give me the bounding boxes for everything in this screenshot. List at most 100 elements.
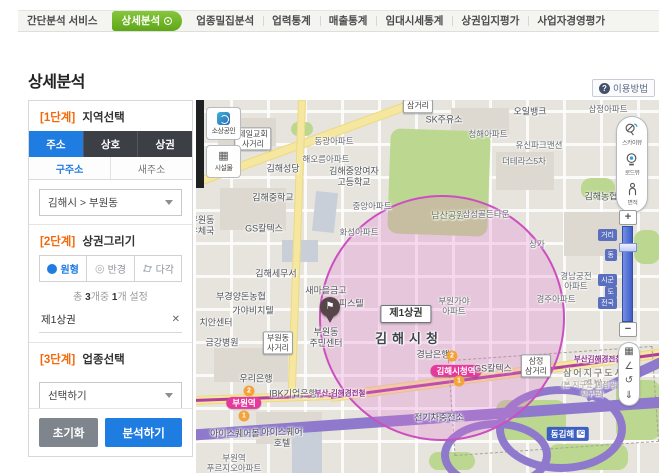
map-label: 부원동 사거리 — [263, 331, 293, 354]
mode-circle[interactable]: 원형 — [40, 256, 86, 281]
map-label: 1 — [239, 411, 250, 422]
address-subtabs: 구주소 새주소 — [29, 157, 192, 180]
map-label: 해오름아파트 — [303, 154, 350, 164]
zoom-slider[interactable] — [622, 226, 633, 322]
map-label: 아이스퀘어몰 — [210, 429, 260, 440]
map-label: 부원동 주민센터 — [309, 327, 342, 349]
download-map-icon[interactable]: ⇓ — [625, 391, 633, 401]
map-label: 전기차충전소 — [414, 413, 464, 424]
skyview-button[interactable]: 스카이뷰 — [621, 122, 643, 147]
trade-area-row: 제1상권 ✕ — [39, 307, 182, 333]
reset-button[interactable]: 초기화 — [39, 418, 98, 447]
map-label: 삼거리 — [403, 100, 433, 113]
reset-view-icon[interactable]: ↺ — [625, 376, 633, 386]
facilities-layer-button[interactable]: ▦ 시설물 — [206, 145, 241, 178]
trade-area-label: 제1상권 — [380, 305, 431, 323]
area-measure-label: 면적 — [627, 198, 637, 207]
map-measure-tools: ▦ ∠ ↺ ⇓ — [618, 342, 640, 406]
nav-item[interactable]: 업력통계 — [263, 11, 320, 31]
map-label: 부원가야 아파트 — [438, 296, 469, 316]
step2-tag: [2단계] — [40, 236, 75, 248]
radius-icon: ◎ — [95, 264, 105, 274]
nav-item[interactable]: 간단분석 서비스 — [18, 11, 107, 31]
nav-item[interactable]: 상세분석 — [112, 11, 183, 31]
distance-measure-icon[interactable]: ∠ — [625, 362, 634, 372]
nav-items: 간단분석 서비스 상세분석업종밀집분석 업력통계 매출통계 임대시세통계 상권입지평가 사업… — [18, 11, 659, 31]
nav-item[interactable]: 사업자경영평가 — [528, 11, 614, 31]
page-title: 상세분석 — [28, 68, 85, 92]
map-canvas[interactable]: 삼거리SK주유소오일뱅크삼정아파트제일교회 사거리동광아파트청해아파트유신파크맨… — [196, 100, 659, 473]
area-measure-button[interactable]: 면적 — [625, 182, 640, 207]
top-nav: 간단분석 서비스 상세분석업종밀집분석 업력통계 매출통계 임대시세통계 상권입지평가 사업… — [18, 10, 659, 32]
tab-address[interactable]: 주소 — [29, 131, 83, 157]
map-label: 2 — [447, 351, 458, 362]
zoom-slider-handle[interactable] — [619, 243, 637, 252]
nav-item[interactable]: 업종밀집분석 — [187, 11, 263, 31]
zoom-out-button[interactable]: − — [619, 322, 637, 337]
collapsed-panel-strip — [196, 100, 204, 188]
small-business-label: 소상공인 — [212, 126, 236, 136]
nav-item[interactable]: 상권입지평가 — [452, 11, 528, 31]
step2-section: [2단계] 상권그리기 원형 ◎ 반경 — [29, 224, 192, 333]
nav-item-label: 상권입지평가 — [461, 15, 519, 27]
nav-item[interactable]: 매출통계 — [320, 11, 377, 31]
zoom-in-button[interactable]: + — [619, 210, 637, 225]
map-label: 금강병원 — [205, 338, 238, 349]
chevron-down-icon — [165, 200, 173, 209]
tab-trade-area[interactable]: 상권 — [137, 131, 192, 157]
small-business-layer-button[interactable]: 소상공인 — [206, 107, 241, 140]
zoom-level-tag[interactable]: 전국 — [598, 297, 617, 309]
nav-item-label: 매출통계 — [329, 15, 368, 27]
map-label: 유신파크맨션 — [516, 140, 563, 150]
zoom-level-tag[interactable]: 거리 — [598, 229, 617, 241]
zoom-level-tag[interactable]: 동 — [605, 249, 617, 261]
nav-item-label: 업력통계 — [272, 15, 311, 27]
roadview-button[interactable]: 로드뷰 — [624, 152, 640, 177]
circle-icon — [47, 264, 57, 274]
map-label: 김해농협 — [584, 192, 617, 203]
map-label: 남산공원 — [431, 211, 464, 222]
highway-badge: 동김해IC — [547, 427, 589, 441]
skyview-icon — [624, 122, 639, 137]
step3-tag: [3단계] — [40, 354, 75, 366]
help-button[interactable]: ? 이용방법 — [592, 79, 655, 97]
map-label: 청해아파트 — [468, 129, 507, 139]
map-labels: 삼거리SK주유소오일뱅크삼정아파트제일교회 사거리동광아파트청해아파트유신파크맨… — [196, 100, 659, 473]
mode-polygon[interactable]: 다각 — [134, 256, 181, 281]
subtab-old-address[interactable]: 구주소 — [29, 157, 110, 179]
map-label: 아이스퀘어 호텔 — [261, 427, 302, 449]
map-label: 새마을금고 — [305, 286, 346, 297]
step1-tag: [1단계] — [40, 112, 75, 124]
map-label: 삼성골든타운 — [463, 209, 510, 219]
subtab-new-address[interactable]: 새주소 — [110, 157, 192, 179]
mode-radius-label: 반경 — [108, 261, 126, 276]
map-label: 치안센터 — [199, 318, 232, 329]
selected-location-pin[interactable]: ⚑ — [320, 297, 340, 317]
trade-area-name: 제1상권 — [41, 312, 76, 327]
step2-title: 상권그리기 — [82, 236, 135, 248]
map-label: 삼정 삼거리 — [521, 354, 551, 377]
chevron-down-icon — [165, 393, 173, 402]
nav-item[interactable]: 임대시세통계 — [376, 11, 452, 31]
map-label: 상가 — [529, 239, 545, 249]
mode-radius[interactable]: ◎ 반경 — [86, 256, 133, 281]
station-badge: 부원역 — [226, 397, 261, 409]
map-label: 김해중앙여자 고등학교 — [329, 166, 379, 188]
zoom-level-tag[interactable]: 시군 — [598, 274, 617, 286]
map-label: 김해시청 — [375, 331, 443, 347]
map-label: 김해성당 — [266, 164, 299, 175]
map-label: GS칼텍스 — [245, 224, 283, 235]
map-label: 2 — [244, 386, 255, 397]
active-nav-icon — [164, 17, 172, 25]
map-view-tools: 스카이뷰 로드뷰 면적 — [616, 116, 648, 213]
analyze-button[interactable]: 분석하기 — [105, 418, 182, 447]
industry-select[interactable]: 선택하기 — [39, 382, 182, 409]
nav-item-label: 임대시세통계 — [385, 15, 443, 27]
nav-item-label: 간단분석 서비스 — [27, 15, 98, 27]
polygon-icon — [142, 263, 153, 274]
map-label: GS칼텍스 — [474, 364, 512, 375]
remove-area-icon[interactable]: ✕ — [172, 314, 180, 325]
tab-store-name[interactable]: 상호 — [83, 131, 138, 157]
cadastral-map-icon[interactable]: ▦ — [624, 347, 633, 357]
region-select[interactable]: 김해시 > 부원동 — [39, 189, 182, 216]
